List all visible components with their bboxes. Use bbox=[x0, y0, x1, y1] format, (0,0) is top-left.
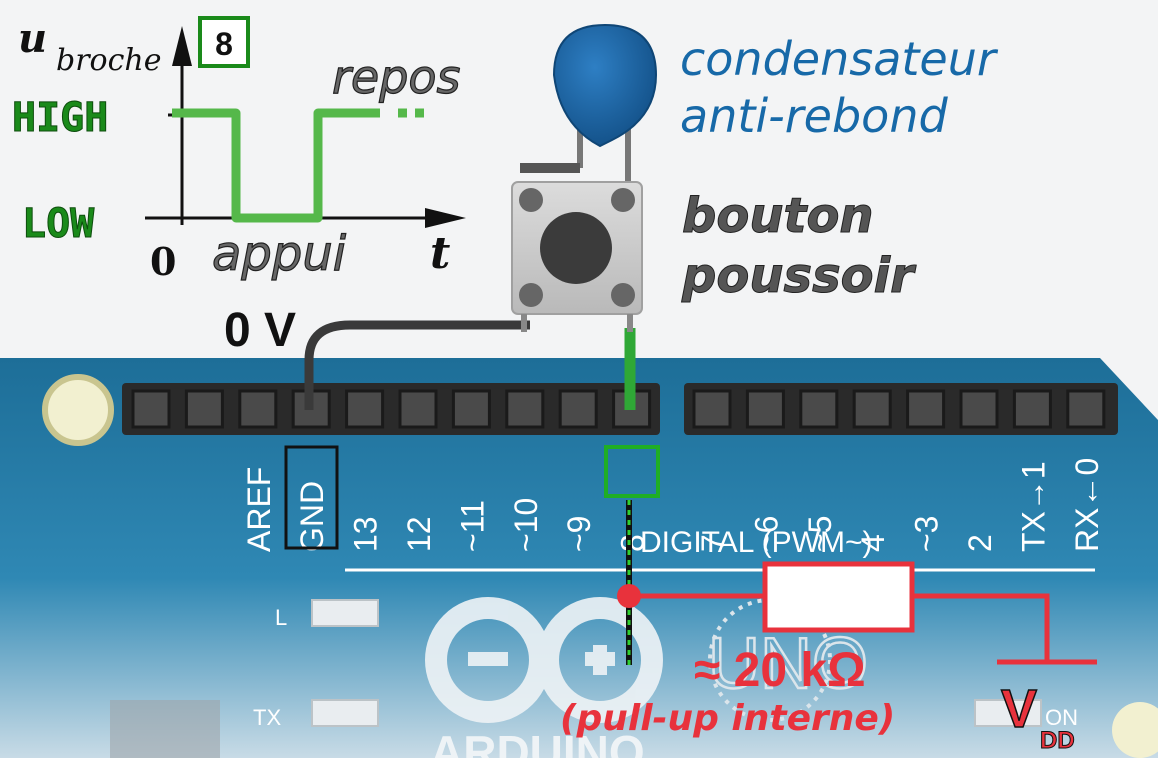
header-pin-hole bbox=[398, 389, 438, 429]
time-axis-label: t bbox=[430, 228, 450, 279]
pullup-value: ≈ 20 kΩ bbox=[694, 644, 866, 697]
pin-label: 2 bbox=[962, 534, 998, 552]
pin-label: 12 bbox=[401, 516, 437, 552]
ground-wire-label: 0 V bbox=[224, 304, 296, 357]
vdd-label-sub: DD bbox=[1040, 727, 1075, 754]
graph-y-label-sub: broche bbox=[56, 43, 161, 78]
button-corner bbox=[519, 283, 543, 307]
mounting-hole bbox=[42, 374, 114, 446]
pin-label: ~10 bbox=[508, 498, 544, 552]
pin-label: RX←0 bbox=[1069, 458, 1105, 552]
header-pin-hole bbox=[906, 389, 946, 429]
header-pin-hole bbox=[692, 389, 732, 429]
led-l bbox=[311, 599, 379, 627]
button-corner bbox=[519, 188, 543, 212]
button-corner bbox=[611, 283, 635, 307]
rest-label: repos bbox=[332, 50, 461, 104]
capacitor-label-line2: anti-rebond bbox=[680, 89, 948, 143]
low-level-label: LOW bbox=[22, 201, 95, 247]
header-pin-hole bbox=[184, 389, 224, 429]
header-pin-hole bbox=[238, 389, 278, 429]
origin-label: 0 bbox=[150, 239, 176, 284]
led-tx-label: TX bbox=[253, 705, 281, 730]
pin-label: ~11 bbox=[454, 500, 490, 552]
digital-label: DIGITAL (PWM~) bbox=[640, 526, 873, 559]
header-pin-hole bbox=[558, 389, 598, 429]
signal-graph: u broche 8 HIGH LOW 0 t appui repos bbox=[12, 15, 466, 284]
header-pin-hole bbox=[451, 389, 491, 429]
signal-waveform bbox=[172, 108, 380, 223]
graph-y-label: u bbox=[18, 15, 47, 62]
circuit-diagram: AREF GND 13 12 ~11 ~10 ~9 8 7 ~6 ~5 4 ~3 2 TX→1 RX←0 DI… bbox=[0, 15, 1158, 758]
led-tx bbox=[311, 699, 379, 727]
button-label-line2: poussoir bbox=[681, 248, 917, 304]
header-pin-hole bbox=[799, 389, 839, 429]
press-label: appui bbox=[212, 226, 347, 282]
graph-x-arrow bbox=[425, 208, 466, 228]
button-label-line1: bouton bbox=[682, 188, 874, 244]
pin-label: 13 bbox=[348, 516, 384, 552]
header-pin-hole bbox=[505, 389, 545, 429]
pullup-description: (pull-up interne) bbox=[560, 698, 895, 739]
junction-dot bbox=[617, 584, 641, 608]
pin-label: AREF bbox=[241, 467, 277, 552]
header-pin-hole bbox=[131, 389, 171, 429]
header-pin-hole bbox=[745, 389, 785, 429]
led-l-label: L bbox=[275, 605, 287, 630]
header-pin-hole bbox=[1012, 389, 1052, 429]
capacitor-label-line1: condensateur bbox=[680, 32, 999, 86]
pin-label: GND bbox=[294, 481, 330, 552]
button-cap[interactable] bbox=[540, 212, 612, 284]
header-pin-hole bbox=[1066, 389, 1106, 429]
pin-badge: 8 bbox=[215, 26, 233, 62]
push-button[interactable] bbox=[511, 181, 643, 332]
header-pin-hole bbox=[345, 389, 385, 429]
graph-y-arrow bbox=[172, 26, 192, 66]
pin-label: ~3 bbox=[909, 516, 945, 552]
header-pin-hole bbox=[959, 389, 999, 429]
pin-label: ~9 bbox=[561, 516, 597, 552]
high-level-label: HIGH bbox=[12, 95, 108, 141]
pullup-resistor bbox=[762, 561, 915, 633]
button-corner bbox=[611, 188, 635, 212]
header-pin-hole bbox=[852, 389, 892, 429]
pin-label: TX→1 bbox=[1015, 461, 1051, 552]
chip-shadow bbox=[110, 700, 220, 758]
capacitor bbox=[520, 23, 658, 190]
vdd-label: V bbox=[1001, 679, 1037, 739]
